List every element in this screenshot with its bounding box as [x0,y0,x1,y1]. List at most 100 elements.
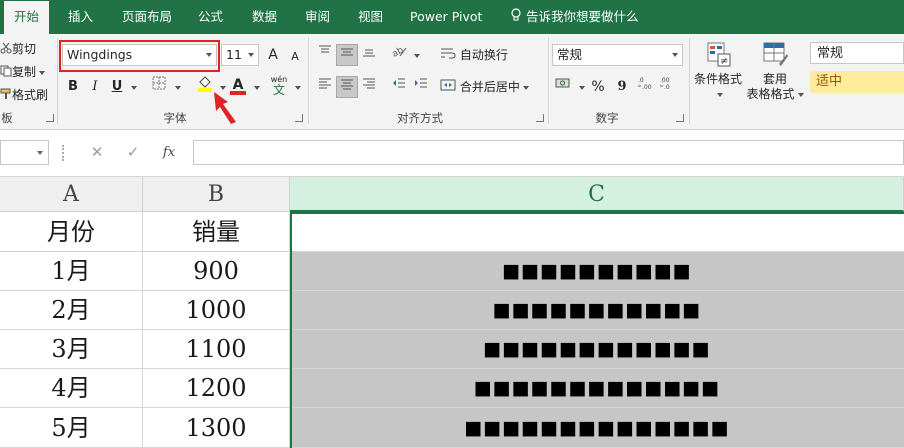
bold-button[interactable]: B [62,76,84,98]
column-header-a[interactable]: A [0,177,143,212]
merge-center-button[interactable]: 合并后居中 [440,78,529,97]
shrink-font-button[interactable]: A [284,46,306,68]
column-header-c[interactable]: C [290,177,904,212]
formula-input[interactable] [193,140,904,165]
chevron-down-icon[interactable] [522,85,529,90]
merge-center-icon [440,78,456,97]
tab-insert[interactable]: 插入 [64,0,97,34]
grow-font-icon: A [268,47,278,63]
tab-data[interactable]: 数据 [248,0,281,34]
cell-style-neutral[interactable]: 适中 [810,71,904,93]
chevron-down-icon[interactable] [248,53,254,57]
number-dialog-launcher-icon[interactable] [676,114,684,122]
borders-button[interactable] [148,76,170,98]
chevron-down-icon[interactable] [579,86,585,90]
enter-icon[interactable]: ✓ [122,140,144,165]
scissors-icon [0,41,12,59]
tab-formulas[interactable]: 公式 [194,0,227,34]
chevron-down-icon[interactable] [37,151,43,155]
font-group-label: 字体 [163,111,187,125]
comma-style-icon: 9 [617,79,627,94]
tell-me-search[interactable]: 告诉我你想要做什么 [506,0,643,34]
decrease-indent-button[interactable] [388,76,410,98]
cell-c-row[interactable]: ■■■■■■■■■■ [290,252,904,291]
chevron-down-icon[interactable] [175,86,181,90]
cell-a-row[interactable]: 3月 [0,330,143,369]
cell-c-row[interactable]: ■■■■■■■■■■■■■■ [290,408,904,448]
align-right-icon [362,76,376,98]
cell-a-row[interactable]: 1月 [0,252,143,291]
accounting-format-button[interactable] [552,76,574,98]
chevron-down-icon[interactable] [295,86,301,90]
insert-function-icon[interactable]: fx [158,140,180,165]
cell-c-row[interactable]: ■■■■■■■■■■■■■ [290,369,904,408]
decrease-decimal-button[interactable]: .00.0 [657,76,679,98]
align-right-button[interactable] [358,76,380,98]
cell-a-row[interactable]: 2月 [0,291,143,330]
cell-c-header[interactable] [290,212,904,252]
align-bottom-button[interactable] [358,44,380,66]
underline-icon: U [111,79,123,94]
format-as-table-button[interactable]: 套用 表格格式 [744,40,806,102]
cell-b-row[interactable]: 1300 [143,408,290,448]
merge-center-label: 合并后居中 [459,80,520,94]
grow-font-button[interactable]: A [262,44,284,66]
chevron-down-icon[interactable] [414,54,420,58]
chevron-down-icon[interactable] [672,53,678,57]
cut-button[interactable]: 剪切 [0,40,36,59]
cell-b-row[interactable]: 900 [143,252,290,291]
copy-button[interactable]: 复制 [0,63,46,82]
resize-handle[interactable] [62,145,65,161]
cell-a-header[interactable]: 月份 [0,212,143,252]
cell-style-normal[interactable]: 常规 [810,42,904,64]
svg-text:≠: ≠ [720,56,728,67]
clipboard-dialog-launcher-icon[interactable] [46,114,54,122]
align-center-button[interactable] [336,76,358,98]
tab-home[interactable]: 开始 [4,1,50,34]
tab-view[interactable]: 视图 [354,0,387,34]
cell-a-row[interactable]: 5月 [0,408,143,448]
column-header-b[interactable]: B [143,177,290,212]
format-as-table-label-2: 表格格式 [746,87,795,101]
cell-c-row[interactable]: ■■■■■■■■■■■ [290,291,904,330]
font-size-combo[interactable]: 11 [221,44,259,66]
align-top-button[interactable] [314,44,336,66]
cell-b-header[interactable]: 销量 [143,212,290,252]
number-format-combo[interactable]: 常规 [552,44,683,66]
align-left-button[interactable] [314,76,336,98]
number-group-label: 数字 [595,111,619,125]
increase-indent-button[interactable] [410,76,432,98]
cell-b-row[interactable]: 1000 [143,291,290,330]
tab-page-layout[interactable]: 页面布局 [118,0,176,34]
tab-power-pivot[interactable]: Power Pivot [406,0,486,34]
tab-review[interactable]: 审阅 [301,0,334,34]
name-box[interactable] [0,140,49,165]
font-dialog-launcher-icon[interactable] [295,114,303,122]
cell-b-row[interactable]: 1100 [143,330,290,369]
chevron-down-icon[interactable] [131,86,137,90]
comma-style-button[interactable]: 9 [611,76,633,98]
increase-decimal-button[interactable]: .0.00 [635,76,657,98]
cancel-icon[interactable]: ✕ [86,140,108,165]
italic-button[interactable]: I [84,76,106,98]
cell-c-row[interactable]: ■■■■■■■■■■■■ [290,330,904,369]
alignment-dialog-launcher-icon[interactable] [536,114,544,122]
cell-a-row[interactable]: 4月 [0,369,143,408]
wrap-text-button[interactable]: 自动换行 [440,46,508,65]
phonetic-guide-button[interactable]: wén 文 [268,74,290,96]
clipboard-group-label: 板 [1,111,13,125]
increase-decimal-icon: .0.00 [637,76,655,98]
chevron-down-icon[interactable] [254,86,260,90]
format-painter-button[interactable]: 格式刷 [0,86,48,105]
copy-label: 复制 [12,65,37,79]
conditional-formatting-button[interactable]: ≠ 条件格式 [692,40,744,102]
cell-b-row[interactable]: 1200 [143,369,290,408]
conditional-formatting-label: 条件格式 [693,72,742,86]
orientation-button[interactable]: ab [388,44,410,66]
increase-indent-icon [414,76,428,98]
underline-button[interactable]: U [106,76,128,98]
font-size-value: 11 [226,47,242,62]
percent-style-button[interactable]: % [587,76,609,98]
align-middle-button[interactable] [336,44,358,66]
group-divider [689,38,690,124]
